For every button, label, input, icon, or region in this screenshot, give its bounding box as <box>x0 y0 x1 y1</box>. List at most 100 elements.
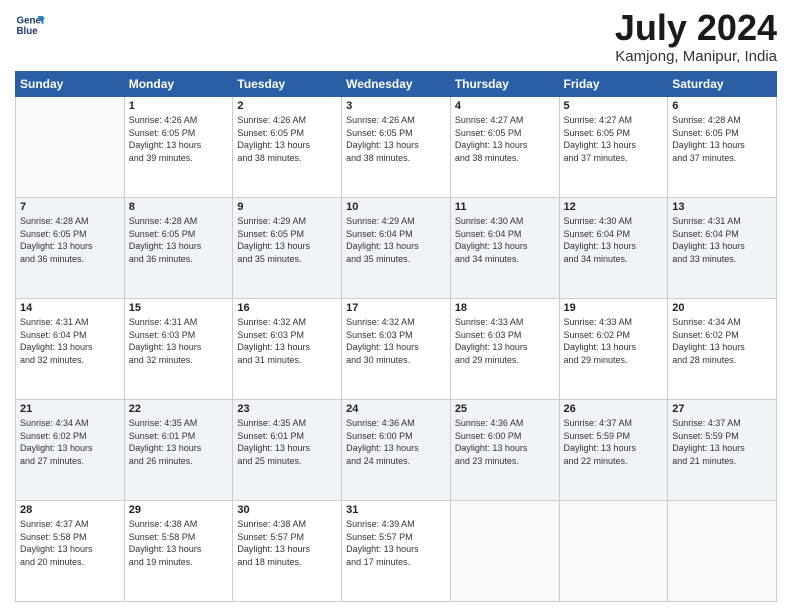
cell-info: Daylight: 13 hours <box>564 341 664 354</box>
cell-info: Daylight: 13 hours <box>564 240 664 253</box>
cell-info: and 30 minutes. <box>346 354 446 367</box>
day-number: 14 <box>20 302 120 314</box>
cell-info: Sunset: 6:01 PM <box>129 430 229 443</box>
table-cell: 29Sunrise: 4:38 AMSunset: 5:58 PMDayligh… <box>124 501 233 602</box>
cell-info: and 29 minutes. <box>564 354 664 367</box>
cell-info: Sunrise: 4:31 AM <box>672 215 772 228</box>
cell-info: Sunset: 5:58 PM <box>129 531 229 544</box>
cell-info: Daylight: 13 hours <box>346 543 446 556</box>
cell-info: and 22 minutes. <box>564 455 664 468</box>
cell-info: and 37 minutes. <box>672 152 772 165</box>
cell-info: Sunset: 5:58 PM <box>20 531 120 544</box>
day-number: 9 <box>237 201 337 213</box>
cell-info: Daylight: 13 hours <box>237 442 337 455</box>
cell-info: Sunrise: 4:32 AM <box>237 316 337 329</box>
cell-info: Sunset: 6:04 PM <box>455 228 555 241</box>
cell-info: Sunrise: 4:31 AM <box>20 316 120 329</box>
cell-info: Sunrise: 4:28 AM <box>129 215 229 228</box>
cell-info: Sunrise: 4:29 AM <box>346 215 446 228</box>
cell-info: and 36 minutes. <box>129 253 229 266</box>
cell-info: Sunset: 6:03 PM <box>346 329 446 342</box>
day-number: 10 <box>346 201 446 213</box>
cell-info: Daylight: 13 hours <box>237 139 337 152</box>
cell-info: Sunset: 6:02 PM <box>20 430 120 443</box>
cell-info: Daylight: 13 hours <box>672 139 772 152</box>
cell-info: and 19 minutes. <box>129 556 229 569</box>
cell-info: and 31 minutes. <box>237 354 337 367</box>
cell-info: Sunset: 6:00 PM <box>346 430 446 443</box>
day-number: 23 <box>237 403 337 415</box>
cell-info: Sunset: 6:05 PM <box>564 127 664 140</box>
cell-info: and 18 minutes. <box>237 556 337 569</box>
cell-info: Sunset: 6:05 PM <box>129 228 229 241</box>
cell-info: Sunrise: 4:29 AM <box>237 215 337 228</box>
day-number: 19 <box>564 302 664 314</box>
cell-info: Sunset: 6:05 PM <box>346 127 446 140</box>
cell-info: Sunset: 6:05 PM <box>237 228 337 241</box>
day-number: 1 <box>129 100 229 112</box>
calendar-table: Sunday Monday Tuesday Wednesday Thursday… <box>15 71 777 602</box>
calendar-week-row: 7Sunrise: 4:28 AMSunset: 6:05 PMDaylight… <box>16 198 777 299</box>
cell-info: Daylight: 13 hours <box>455 139 555 152</box>
day-number: 20 <box>672 302 772 314</box>
cell-info: Daylight: 13 hours <box>20 240 120 253</box>
table-cell: 12Sunrise: 4:30 AMSunset: 6:04 PMDayligh… <box>559 198 668 299</box>
cell-info: Daylight: 13 hours <box>346 341 446 354</box>
cell-info: Sunrise: 4:26 AM <box>237 114 337 127</box>
cell-info: Sunset: 5:57 PM <box>346 531 446 544</box>
cell-info: and 24 minutes. <box>346 455 446 468</box>
cell-info: Daylight: 13 hours <box>20 442 120 455</box>
col-wednesday: Wednesday <box>342 72 451 97</box>
table-cell: 24Sunrise: 4:36 AMSunset: 6:00 PMDayligh… <box>342 400 451 501</box>
table-cell: 20 Sunrise: 4:34 AMSunset: 6:02 PMDayligh… <box>668 299 777 400</box>
day-number: 18 <box>455 302 555 314</box>
cell-info: and 34 minutes. <box>455 253 555 266</box>
cell-info: Daylight: 13 hours <box>346 139 446 152</box>
cell-info: and 36 minutes. <box>20 253 120 266</box>
cell-info: Sunset: 5:59 PM <box>672 430 772 443</box>
cell-info: Sunrise: 4:35 AM <box>237 417 337 430</box>
cell-info: Sunrise: 4:38 AM <box>237 518 337 531</box>
cell-info: Sunset: 6:02 PM <box>564 329 664 342</box>
cell-info: and 35 minutes. <box>237 253 337 266</box>
cell-info: Sunrise: 4:31 AM <box>129 316 229 329</box>
table-cell: 18Sunrise: 4:33 AMSunset: 6:03 PMDayligh… <box>450 299 559 400</box>
cell-info: and 17 minutes. <box>346 556 446 569</box>
table-cell: 13Sunrise: 4:31 AMSunset: 6:04 PMDayligh… <box>668 198 777 299</box>
cell-info: Daylight: 13 hours <box>346 442 446 455</box>
cell-info: Sunrise: 4:27 AM <box>564 114 664 127</box>
cell-info: Sunrise: 4:37 AM <box>564 417 664 430</box>
cell-info: Sunrise: 4:30 AM <box>455 215 555 228</box>
cell-info: Sunrise: 4:34 AM <box>672 316 772 329</box>
calendar-week-row: 1Sunrise: 4:26 AMSunset: 6:05 PMDaylight… <box>16 97 777 198</box>
cell-info: Sunrise: 4:36 AM <box>346 417 446 430</box>
col-tuesday: Tuesday <box>233 72 342 97</box>
cell-info: and 23 minutes. <box>455 455 555 468</box>
cell-info: Daylight: 13 hours <box>346 240 446 253</box>
cell-info: Sunrise: 4:38 AM <box>129 518 229 531</box>
cell-info: Sunrise: 4:34 AM <box>20 417 120 430</box>
cell-info: Sunrise: 4:37 AM <box>672 417 772 430</box>
day-number: 11 <box>455 201 555 213</box>
table-cell: 11Sunrise: 4:30 AMSunset: 6:04 PMDayligh… <box>450 198 559 299</box>
cell-info: and 26 minutes. <box>129 455 229 468</box>
table-cell: 14Sunrise: 4:31 AMSunset: 6:04 PMDayligh… <box>16 299 125 400</box>
table-cell: 6Sunrise: 4:28 AMSunset: 6:05 PMDaylight… <box>668 97 777 198</box>
table-cell: 21Sunrise: 4:34 AMSunset: 6:02 PMDayligh… <box>16 400 125 501</box>
header-row: Sunday Monday Tuesday Wednesday Thursday… <box>16 72 777 97</box>
page: General Blue July 2024 Kamjong, Manipur,… <box>0 0 792 612</box>
cell-info: and 38 minutes. <box>455 152 555 165</box>
day-number: 31 <box>346 504 446 516</box>
cell-info: Daylight: 13 hours <box>455 341 555 354</box>
cell-info: Daylight: 13 hours <box>20 341 120 354</box>
cell-info: Sunrise: 4:36 AM <box>455 417 555 430</box>
cell-info: Sunset: 6:02 PM <box>672 329 772 342</box>
cell-info: and 32 minutes. <box>129 354 229 367</box>
cell-info: Daylight: 13 hours <box>672 341 772 354</box>
day-number: 12 <box>564 201 664 213</box>
cell-info: Sunrise: 4:39 AM <box>346 518 446 531</box>
day-number: 22 <box>129 403 229 415</box>
cell-info: Sunset: 6:00 PM <box>455 430 555 443</box>
cell-info: Sunrise: 4:27 AM <box>455 114 555 127</box>
table-cell: 4Sunrise: 4:27 AMSunset: 6:05 PMDaylight… <box>450 97 559 198</box>
